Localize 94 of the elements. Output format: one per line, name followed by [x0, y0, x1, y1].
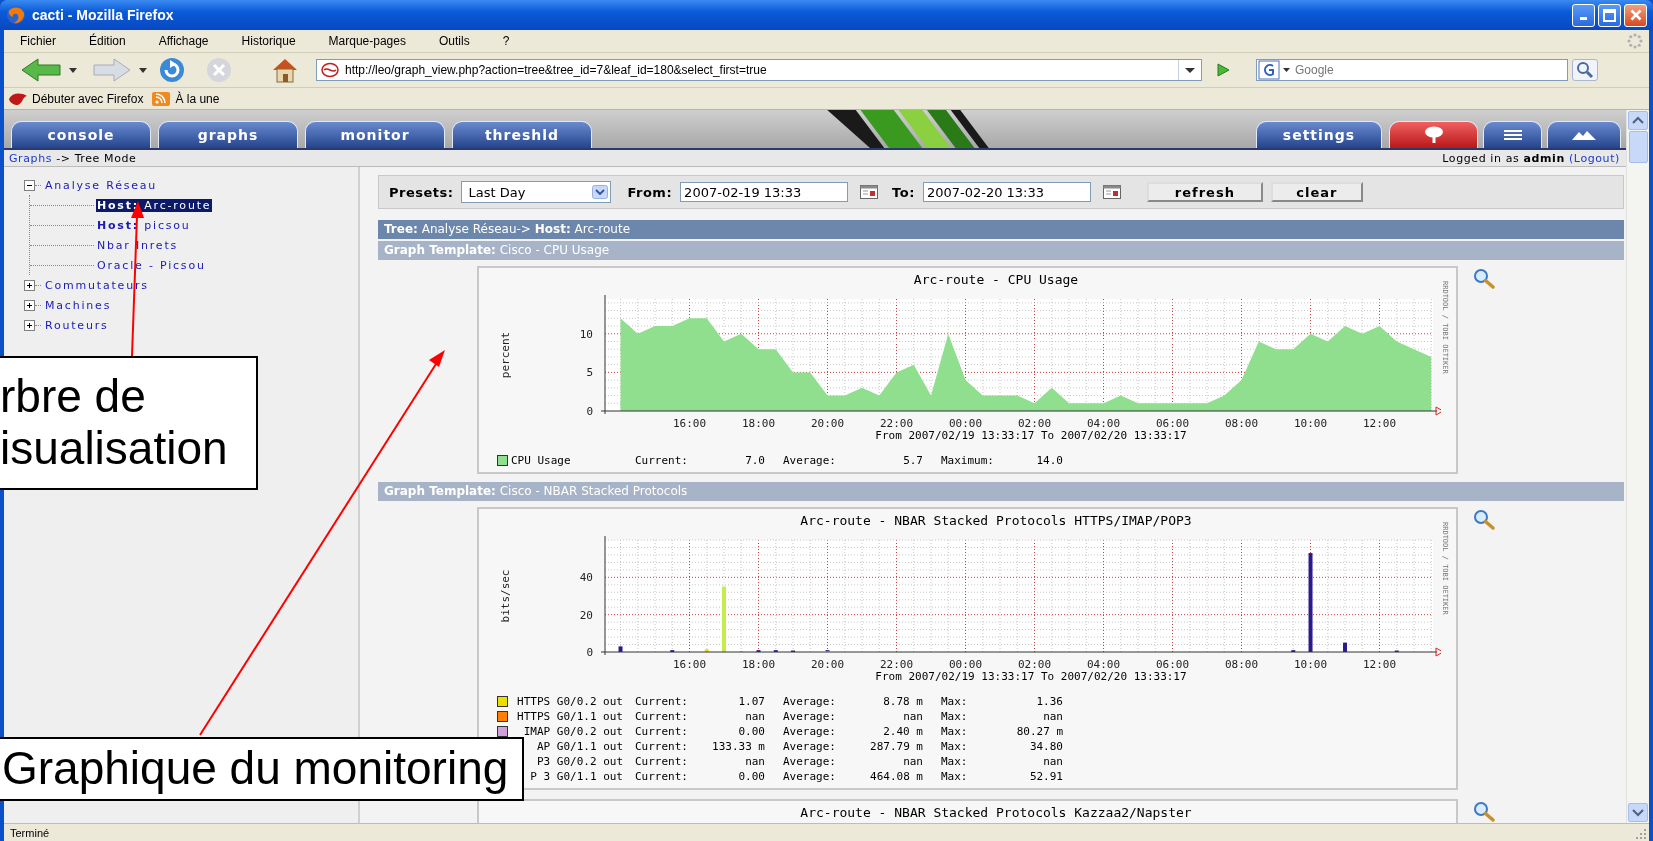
legend-key: Average:: [777, 454, 859, 467]
legend-label: IMAP G0/0.2 out: [522, 725, 624, 738]
legend-value: 7.0: [744, 454, 766, 467]
legend-value: nan: [744, 710, 766, 723]
graph-template-header: Graph Template: Cisco - NBAR Stacked Protocols: [378, 482, 1624, 501]
axis-tick-label: 10: [579, 327, 593, 341]
legend-value: 464.08 m: [869, 770, 924, 783]
axis-tick-label: 16:00: [672, 658, 707, 671]
legend-label: AP G0/1.1 out: [535, 740, 624, 753]
legend-key: Average:: [777, 770, 859, 783]
axis-tick-label: 06:00: [1155, 417, 1190, 430]
login-text: Logged in as admin: [1442, 151, 1565, 165]
axis-tick-label: 12:00: [1362, 417, 1397, 430]
legend-value: 0.00: [737, 770, 766, 783]
chart-title: Arc-route - NBAR Stacked Protocols Kazzaa2/Napster: [799, 805, 1193, 822]
axis-tick-label: 10:00: [1293, 417, 1328, 430]
legend-key: Current:: [629, 770, 707, 783]
legend-key: Max:: [935, 755, 1005, 768]
axis-tick-label: 5: [586, 366, 593, 380]
legend-value: 34.80: [1028, 740, 1064, 753]
axis-tick-label: 20:00: [810, 658, 845, 671]
axis-tick-label: 16:00: [672, 417, 707, 430]
axis-tick-label: 12:00: [1362, 658, 1397, 671]
callout-label: rbre de isualisation: [0, 356, 258, 490]
legend-value: nan: [1042, 755, 1064, 768]
callout-label: Graphique du monitoring: [0, 737, 524, 801]
legend-key: Max:: [935, 710, 1005, 723]
axis-tick-label: 22:00: [879, 658, 914, 671]
legend-key: Average:: [777, 725, 859, 738]
to-label: To:: [892, 184, 915, 200]
axis-tick-label: 02:00: [1017, 658, 1052, 671]
window-title: cacti - Mozilla Firefox: [32, 7, 174, 23]
axis-tick-label: 02:00: [1017, 417, 1052, 430]
legend-value: 5.7: [902, 454, 924, 467]
axis-label: From 2007/02/19 13:33:17 To 2007/02/20 13:33:17: [874, 429, 1188, 444]
legend-value: 1.36: [1035, 695, 1064, 708]
legend-key: Average:: [777, 740, 859, 753]
status-text: Terminé: [10, 826, 50, 839]
legend-value: 0.00: [737, 725, 766, 738]
legend-value: 8.78 m: [882, 695, 924, 708]
legend-label: CPU Usage: [511, 454, 572, 467]
legend-value: 80.27 m: [1015, 725, 1064, 738]
legend-key: Max:: [935, 725, 1005, 738]
axis-label: percent: [499, 331, 512, 379]
axis-tick-label: 22:00: [879, 417, 914, 430]
legend-value: 2.40 m: [882, 725, 924, 738]
axis-label: bits/sec: [499, 569, 512, 623]
presets-label: Presets:: [389, 184, 454, 200]
axis-tick-label: 40: [579, 571, 593, 585]
breadcrumb-text: -> Tree Mode: [56, 151, 137, 165]
graph-template-header: Graph Template: Cisco - CPU Usage: [378, 241, 1624, 260]
axis-tick-label: 08:00: [1224, 417, 1259, 430]
legend-key: Max:: [935, 740, 1005, 753]
axis-tick-label: 10:00: [1293, 658, 1328, 671]
legend-key: Average:: [777, 710, 859, 723]
axis-tick-label: 00:00: [948, 417, 983, 430]
legend-value: 14.0: [1035, 454, 1064, 467]
legend-key: Current:: [629, 740, 707, 753]
axis-tick-label: 04:00: [1086, 417, 1121, 430]
axis-tick-label: 20: [579, 608, 593, 622]
legend-value: nan: [902, 710, 924, 723]
legend-label: P3 G0/0.2 out: [535, 755, 624, 768]
legend-key: Average:: [777, 755, 859, 768]
legend-value: nan: [1042, 710, 1064, 723]
legend-key: Max:: [935, 770, 1005, 783]
legend-value: 52.91: [1028, 770, 1064, 783]
legend-key: Average:: [777, 695, 859, 708]
legend-label: HTTPS G0/0.2 out: [516, 695, 624, 708]
legend-value: nan: [744, 755, 766, 768]
legend-value: nan: [902, 755, 924, 768]
legend-key: Current:: [629, 454, 707, 467]
axis-tick-label: 20:00: [810, 417, 845, 430]
legend-value: 287.79 m: [869, 740, 924, 753]
axis-tick-label: 0: [586, 646, 593, 659]
axis-tick-label: 18:00: [741, 417, 776, 430]
from-label: From:: [627, 184, 673, 200]
tree-header: Tree: Analyse Réseau-> Host: Arc-route: [378, 220, 1624, 239]
legend-key: Maximum:: [935, 454, 1005, 467]
legend-key: Max:: [935, 695, 1005, 708]
legend-value: 1.07: [737, 695, 766, 708]
axis-tick-label: 18:00: [741, 658, 776, 671]
axis-tick-label: 06:00: [1155, 658, 1190, 671]
legend-key: Current:: [629, 755, 707, 768]
legend-key: Current:: [629, 695, 707, 708]
axis-label: From 2007/02/19 13:33:17 To 2007/02/20 13:33:17: [874, 670, 1188, 685]
legend-key: Current:: [629, 725, 707, 738]
legend-label: HTTPS G0/1.1 out: [516, 710, 624, 723]
legend-key: Current:: [629, 710, 707, 723]
axis-tick-label: 08:00: [1224, 658, 1259, 671]
axis-tick-label: 0: [586, 405, 593, 418]
legend-value: 133.33 m: [711, 740, 766, 753]
axis-tick-label: 04:00: [1086, 658, 1121, 671]
axis-tick-label: 00:00: [948, 658, 983, 671]
legend-label: P 3 G0/1.1 out: [529, 770, 624, 783]
